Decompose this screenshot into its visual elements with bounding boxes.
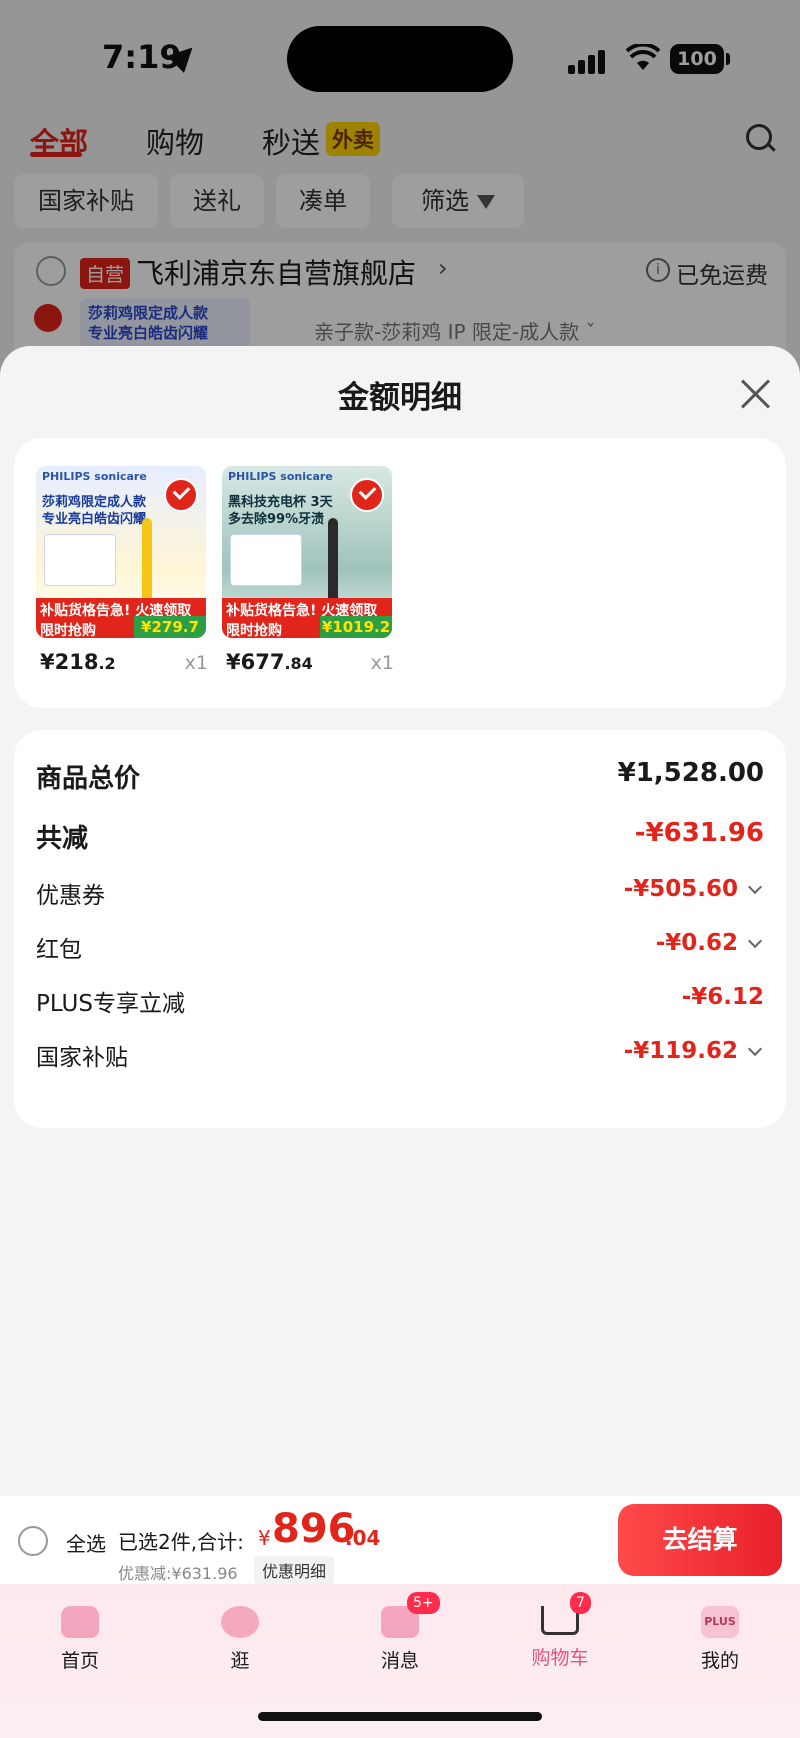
detail-row-red-packet[interactable]: 红包 -¥0.62 — [36, 930, 764, 970]
detail-row-total: 商品总价 ¥1,528.00 — [36, 758, 764, 798]
product-price-int: ¥677 — [226, 650, 285, 674]
detail-row-plus-discount: PLUS专享立减 -¥6.12 — [36, 984, 764, 1024]
tab-label: 消息 — [380, 1650, 419, 1672]
product-item[interactable]: PHILIPS sonicare 莎莉鸡限定成人款 专业亮白皓齿闪耀 补贴货格告… — [36, 466, 208, 674]
total-amount-int: 896 — [272, 1506, 356, 1552]
modal-backdrop[interactable] — [0, 0, 800, 380]
product-box-image — [44, 534, 116, 586]
plus-icon: PLUS — [701, 1606, 739, 1638]
cart-badge: 7 — [570, 1592, 591, 1614]
detail-row-coupon[interactable]: 优惠券 -¥505.60 — [36, 876, 764, 916]
detail-label: 商品总价 — [36, 764, 141, 794]
home-indicator — [258, 1712, 542, 1721]
detail-row-total-discount: 共减 -¥631.96 — [36, 818, 764, 858]
product-headline: 莎莉鸡限定成人款 专业亮白皓齿闪耀 — [42, 495, 147, 527]
toothbrush-image — [142, 518, 152, 604]
product-price-dec: .2 — [98, 654, 116, 673]
detail-label: PLUS专享立减 — [36, 991, 185, 1017]
detail-value: ¥1,528.00 — [617, 758, 764, 788]
total-amount-dec: .04 — [345, 1526, 381, 1550]
amount-detail-sheet: 金额明细 PHILIPS sonicare 莎莉鸡限定成人款 专业亮白皓齿闪耀 … — [0, 346, 800, 1496]
detail-label: 红包 — [36, 937, 82, 963]
tab-label: 购物车 — [531, 1647, 589, 1669]
checkout-button[interactable]: 去结算 — [618, 1504, 782, 1576]
chevron-down-icon — [747, 879, 763, 895]
tab-label: 我的 — [700, 1650, 739, 1672]
sheet-title: 金额明细 — [338, 380, 462, 416]
select-all-radio[interactable] — [18, 1526, 48, 1556]
product-box-image — [230, 534, 302, 586]
products-card: PHILIPS sonicare 莎莉鸡限定成人款 专业亮白皓齿闪耀 补贴货格告… — [14, 438, 786, 708]
selected-check-icon — [164, 478, 198, 512]
product-price-dec: .84 — [284, 654, 313, 673]
detail-value: -¥631.96 — [634, 818, 764, 848]
product-price-tag: ¥1019.2 — [320, 616, 392, 638]
product-item[interactable]: PHILIPS sonicare 黑科技充电杯 3天多去除99%牙渍 补贴货格告… — [222, 466, 394, 674]
detail-row-national-subsidy[interactable]: 国家补贴 -¥119.62 — [36, 1038, 764, 1078]
tab-mine[interactable]: PLUS 我的 — [670, 1596, 770, 1673]
tab-home[interactable]: 首页 — [30, 1596, 130, 1673]
tab-messages[interactable]: 5+ 消息 — [350, 1592, 450, 1673]
close-icon[interactable] — [740, 378, 772, 410]
tab-browse[interactable]: 逛 — [190, 1596, 290, 1673]
amount-detail-card: 商品总价 ¥1,528.00 共减 -¥631.96 优惠券 -¥505.60 … — [14, 730, 786, 1128]
home-icon — [61, 1606, 99, 1638]
detail-label: 国家补贴 — [36, 1045, 128, 1071]
product-headline: 黑科技充电杯 3天多去除99%牙渍 — [228, 495, 333, 527]
product-image: PHILIPS sonicare 莎莉鸡限定成人款 专业亮白皓齿闪耀 补贴货格告… — [36, 466, 206, 638]
chevron-down-icon — [747, 1041, 763, 1057]
detail-value: -¥6.12 — [681, 984, 764, 1010]
product-price: ¥218.2 — [40, 650, 116, 674]
product-price-tag: ¥279.7 — [134, 616, 206, 638]
selected-check-icon — [350, 478, 384, 512]
selected-summary: 已选2件,合计: — [118, 1530, 244, 1554]
select-all-label[interactable]: 全选 — [66, 1528, 106, 1557]
chevron-down-icon — [747, 933, 763, 949]
product-brand: PHILIPS sonicare — [228, 470, 333, 483]
product-price-int: ¥218 — [40, 650, 99, 674]
discount-summary: 优惠减:¥631.96 — [118, 1564, 238, 1583]
toothbrush-image — [328, 518, 338, 604]
checkout-bar: 全选 已选2件,合计: ¥ 896 .04 优惠减:¥631.96 优惠明细 去… — [0, 1496, 800, 1596]
detail-value: -¥0.62 — [655, 930, 738, 956]
message-badge: 5+ — [407, 1592, 440, 1614]
message-icon: 5+ — [381, 1592, 440, 1638]
product-price: ¥677.84 — [226, 650, 313, 674]
discount-detail-button[interactable]: 优惠明细 — [254, 1556, 335, 1584]
product-quantity: x1 — [370, 652, 394, 674]
tab-label: 首页 — [60, 1650, 99, 1672]
cart-icon: 7 — [541, 1592, 591, 1635]
detail-value: -¥505.60 — [623, 876, 738, 902]
detail-label: 优惠券 — [36, 883, 105, 909]
product-image: PHILIPS sonicare 黑科技充电杯 3天多去除99%牙渍 补贴货格告… — [222, 466, 392, 638]
total-currency: ¥ — [258, 1526, 271, 1550]
tab-label: 逛 — [230, 1650, 250, 1672]
product-brand: PHILIPS sonicare — [42, 470, 147, 483]
product-quantity: x1 — [184, 652, 208, 674]
detail-value: -¥119.62 — [623, 1038, 738, 1064]
mascot-icon — [221, 1606, 259, 1638]
detail-label: 共减 — [36, 824, 89, 854]
tab-cart[interactable]: 7 购物车 — [510, 1592, 610, 1670]
